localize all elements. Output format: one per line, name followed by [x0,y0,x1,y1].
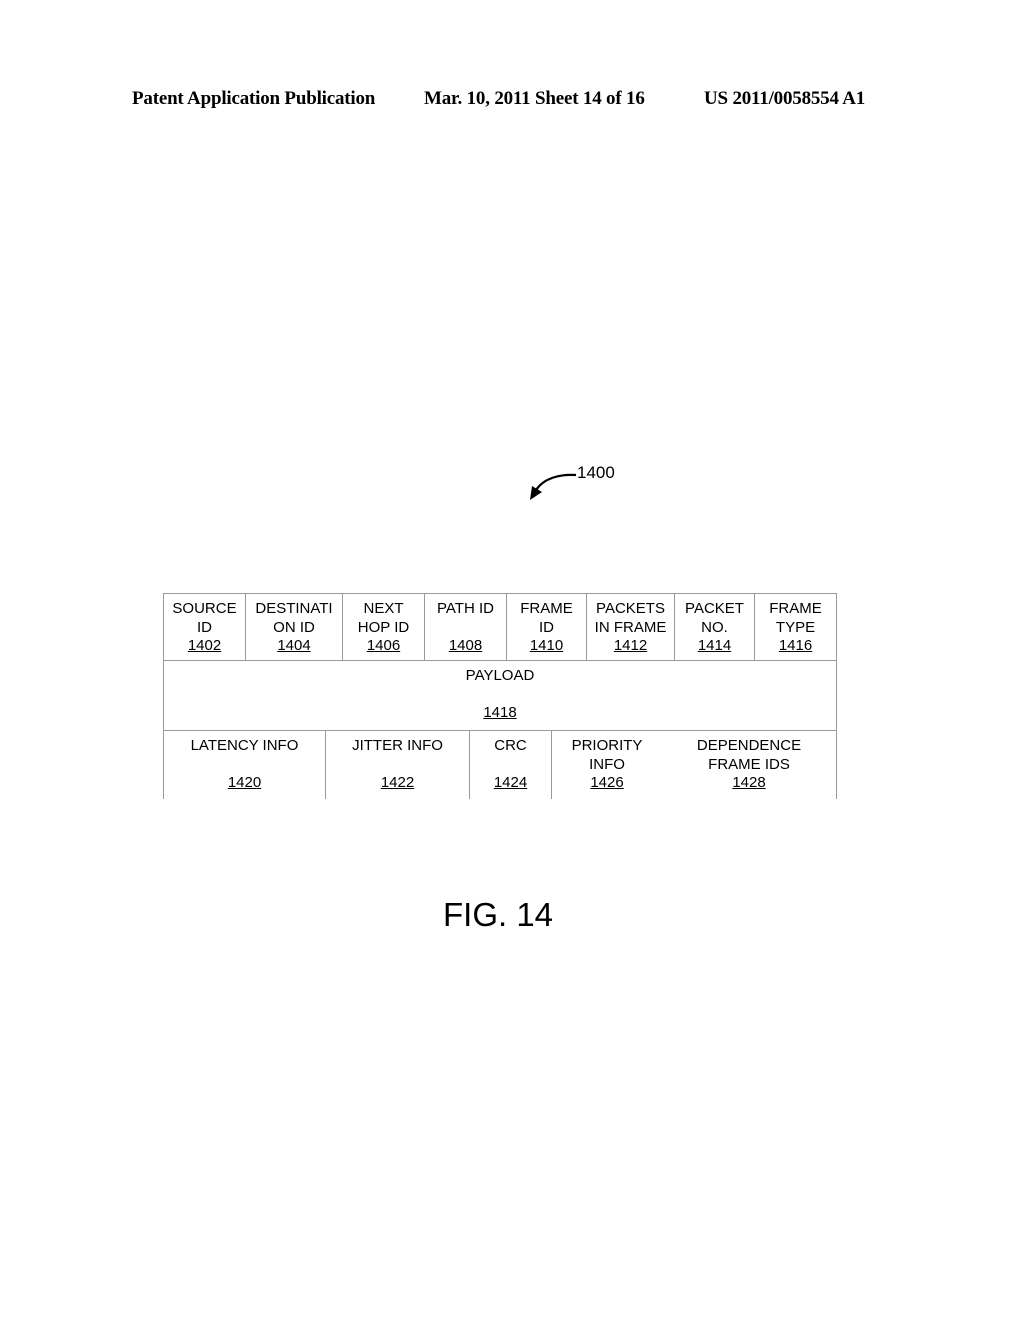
publication-number: US 2011/0058554 A1 [704,88,866,109]
figure-reference-number: 1400 [577,463,615,482]
field-destination-id: DESTINATI ON ID 1404 [246,594,343,660]
field-frame-id: FRAME ID 1410 [507,594,587,660]
field-crc: CRC 1424 [470,731,552,799]
payload-ref: 1418 [483,703,517,721]
payload-label: PAYLOAD [465,667,535,684]
field-priority-info: PRIORITY INFO 1426 [571,737,643,791]
page-header: Patent Application Publication Mar. 10, … [0,88,1024,114]
field-latency-info: LATENCY INFO 1420 [164,731,326,799]
field-source-id: SOURCE ID 1402 [164,594,246,660]
field-path-id: PATH ID 1408 [425,594,507,660]
field-frame-type: FRAME TYPE 1416 [769,600,822,654]
publication-date-sheet: Mar. 10, 2011 Sheet 14 of 16 [424,88,645,109]
figure-label: FIG. 14 [443,896,554,933]
trailer-fields-row: LATENCY INFO 1420 JITTER INFO 1422 CRC 1… [163,730,837,799]
field-payload: PAYLOAD 1418 [163,660,837,730]
packet-format-diagram: SOURCE ID 1402 DESTINATI ON ID 1404 NEXT… [163,593,837,799]
header-fields-row: SOURCE ID 1402 DESTINATI ON ID 1404 NEXT… [163,593,837,661]
field-packet-number: PACKET NO. 1414 [675,594,755,660]
field-jitter-info: JITTER INFO 1422 [326,731,470,799]
publication-type: Patent Application Publication [132,88,376,109]
field-packets-in-frame: PACKETS IN FRAME 1412 [587,594,675,660]
field-dependence-frame-ids: DEPENDENCE FRAME IDS 1428 [696,737,802,791]
field-next-hop-id: NEXT HOP ID 1406 [343,594,425,660]
reference-arrow-icon [530,473,577,500]
